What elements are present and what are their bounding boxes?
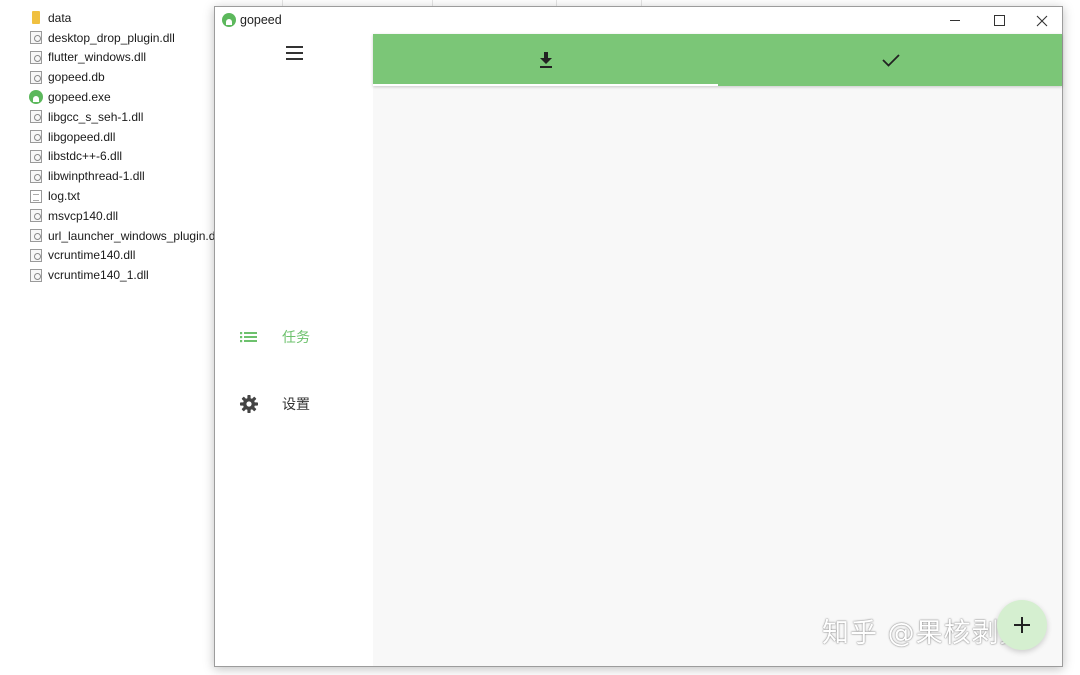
file-item[interactable]: url_launcher_windows_plugin.dll <box>30 226 221 246</box>
nav-label: 设置 <box>282 397 310 413</box>
dll-file-icon <box>30 31 42 45</box>
maximize-icon <box>993 15 1005 26</box>
gear-icon <box>240 395 258 413</box>
nav-item-settings[interactable]: 设置 <box>215 384 373 424</box>
file-name: gopeed.exe <box>48 90 111 105</box>
folder-icon <box>32 11 40 25</box>
dll-file-icon <box>30 50 42 64</box>
checkmark-icon <box>881 54 900 67</box>
file-name: data <box>48 10 72 25</box>
tab-downloading[interactable] <box>373 34 718 86</box>
tab-bar <box>373 34 1062 86</box>
file-name: gopeed.db <box>48 70 105 85</box>
active-tab-indicator <box>373 84 718 86</box>
file-name: vcruntime140_1.dll <box>48 268 149 283</box>
file-name: desktop_drop_plugin.dll <box>48 30 175 45</box>
file-name: msvcp140.dll <box>48 208 119 223</box>
file-item[interactable]: libwinpthread-1.dll <box>30 166 220 186</box>
main-content <box>373 34 1062 666</box>
dll-file-icon <box>30 268 42 282</box>
dll-file-icon <box>30 229 42 243</box>
close-button[interactable] <box>1020 7 1064 34</box>
file-item[interactable]: vcruntime140_1.dll <box>30 265 220 285</box>
file-name: url_launcher_windows_plugin.dll <box>48 228 221 243</box>
file-item[interactable]: log.txt <box>30 186 220 206</box>
dll-file-icon <box>30 149 42 163</box>
minimize-icon <box>950 20 960 21</box>
maximize-button[interactable] <box>977 7 1021 34</box>
gopeed-logo-icon <box>222 13 236 27</box>
navigation-rail: 任务 设置 <box>215 34 373 666</box>
plus-icon <box>1014 617 1030 633</box>
dll-file-icon <box>30 110 42 124</box>
file-item[interactable]: libgcc_s_seh-1.dll <box>30 107 220 127</box>
file-item[interactable]: data <box>30 8 220 28</box>
nav-label: 任务 <box>282 330 310 346</box>
download-icon <box>539 52 552 68</box>
window-title: gopeed <box>240 13 282 27</box>
file-name: flutter_windows.dll <box>48 50 147 65</box>
file-item[interactable]: libgopeed.dll <box>30 127 220 147</box>
list-icon <box>240 332 257 343</box>
file-name: vcruntime140.dll <box>48 248 136 263</box>
title-bar[interactable]: gopeed <box>215 7 1062 34</box>
file-item[interactable]: vcruntime140.dll <box>30 246 220 266</box>
add-task-button[interactable] <box>997 600 1047 650</box>
text-file-icon <box>30 189 42 203</box>
dll-file-icon <box>30 248 42 262</box>
gopeed-logo-icon <box>29 90 43 105</box>
file-item[interactable]: gopeed.db <box>30 67 220 87</box>
nav-item-tasks[interactable]: 任务 <box>215 317 373 357</box>
file-item[interactable]: libstdc++-6.dll <box>30 147 220 167</box>
minimize-button[interactable] <box>933 7 977 34</box>
file-name: libgopeed.dll <box>48 129 116 144</box>
file-name: libgcc_s_seh-1.dll <box>48 109 144 124</box>
dll-file-icon <box>30 169 42 183</box>
tab-completed[interactable] <box>718 34 1063 86</box>
file-item[interactable]: flutter_windows.dll <box>30 48 220 68</box>
close-icon <box>1036 15 1048 26</box>
gopeed-window: gopeed 任务 设置 <box>214 6 1063 667</box>
hamburger-menu-icon[interactable] <box>286 46 303 60</box>
file-list: data desktop_drop_plugin.dll flutter_win… <box>29 8 221 285</box>
file-name: log.txt <box>48 189 81 204</box>
dll-file-icon <box>30 130 42 144</box>
db-file-icon <box>30 70 42 84</box>
file-item[interactable]: desktop_drop_plugin.dll <box>30 28 220 48</box>
file-item[interactable]: gopeed.exe <box>29 87 220 107</box>
dll-file-icon <box>30 209 42 223</box>
file-name: libwinpthread-1.dll <box>48 169 145 184</box>
file-item[interactable]: msvcp140.dll <box>30 206 220 226</box>
file-name: libstdc++-6.dll <box>48 149 123 164</box>
